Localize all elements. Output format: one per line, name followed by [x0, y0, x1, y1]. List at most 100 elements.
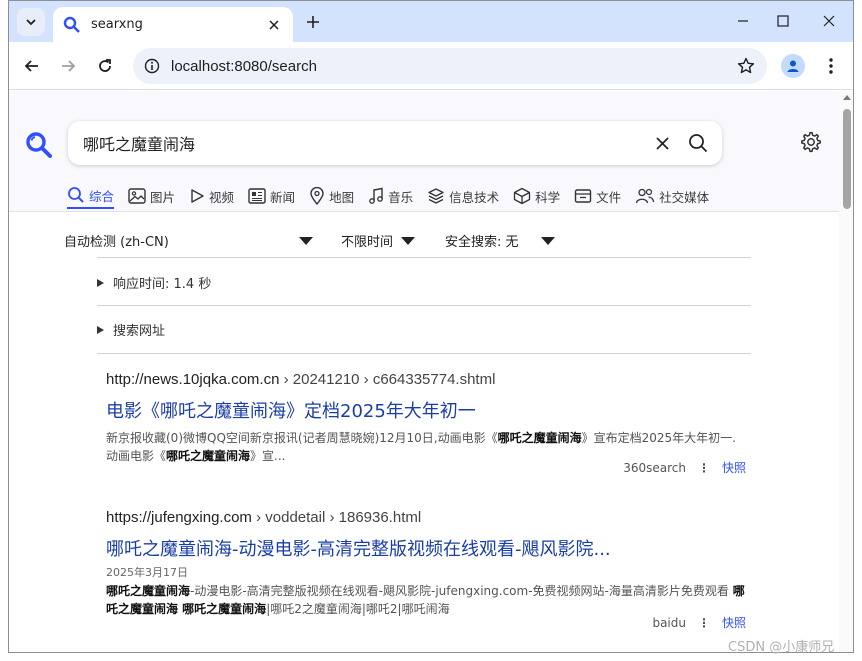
browser-menu-button[interactable]	[819, 54, 843, 78]
back-button[interactable]	[19, 53, 45, 79]
tab-searxng[interactable]: searxng	[53, 7, 293, 42]
tab-it[interactable]: 信息技术	[427, 183, 499, 209]
triangle-right-icon	[97, 278, 104, 287]
file-box-icon	[574, 189, 592, 203]
music-icon	[369, 187, 383, 204]
browser-window: searxng localhost:8080/search 哪吒之魔童闹海 综合…	[8, 0, 854, 653]
search-filters: 自动检测 (zh-CN) 不限时间 安全搜索: 无	[9, 225, 839, 255]
response-time-text: 响应时间: 1.4 秒	[113, 277, 212, 292]
time-range-select[interactable]: 不限时间	[341, 231, 416, 250]
tab-label: 社交媒体	[659, 189, 710, 205]
tab-label: 综合	[89, 188, 115, 204]
tab-strip: searxng	[9, 1, 853, 42]
url-text[interactable]: localhost:8080/search	[171, 58, 733, 75]
address-bar[interactable]: localhost:8080/search	[133, 48, 767, 84]
search-submit-button[interactable]	[684, 129, 712, 157]
site-info-button[interactable]	[141, 55, 163, 77]
tab-news[interactable]: 新闻	[248, 183, 295, 209]
profile-button[interactable]	[781, 54, 805, 78]
map-pin-icon	[310, 187, 324, 205]
gear-icon	[801, 131, 821, 153]
divider	[97, 305, 751, 306]
triangle-right-icon	[97, 325, 104, 334]
response-time-toggle[interactable]: 响应时间: 1.4 秒	[97, 273, 211, 292]
cube-icon	[513, 187, 531, 205]
caret-down-icon	[299, 237, 313, 245]
language-select[interactable]: 自动检测 (zh-CN)	[64, 231, 169, 250]
close-window-button[interactable]	[815, 9, 843, 33]
caret-down-icon	[540, 236, 555, 245]
search-url-toggle[interactable]: 搜索网址	[97, 320, 165, 339]
image-icon	[128, 188, 146, 204]
person-icon	[787, 60, 799, 72]
language-dropdown-arrow[interactable]	[299, 237, 313, 245]
maximize-button[interactable]	[769, 9, 797, 33]
snippet-text: -动漫电影-高清完整版视频在线观看-飓风影院-jufengxing.com-免费…	[190, 584, 733, 598]
tab-close-button[interactable]	[263, 14, 285, 36]
clear-search-button[interactable]	[648, 129, 676, 157]
cached-link[interactable]: 快照	[722, 459, 746, 476]
result-url[interactable]: https://jufengxing.com › voddetail › 186…	[106, 509, 746, 529]
more-vert-icon	[829, 58, 833, 74]
tab-science[interactable]: 科学	[513, 183, 560, 209]
time-range-value: 不限时间	[341, 235, 394, 250]
tab-social-media[interactable]: 社交媒体	[635, 183, 709, 209]
search-icon	[689, 134, 708, 153]
scrollbar-thumb[interactable]	[843, 109, 851, 209]
tab-music[interactable]: 音乐	[368, 183, 413, 209]
arrow-right-icon	[62, 60, 76, 72]
language-value: 自动检测 (zh-CN)	[64, 235, 169, 250]
result-title-link[interactable]: 电影《哪吒之魔童闹海》定档2025年大年初一	[106, 397, 746, 423]
bookmark-button[interactable]	[733, 53, 759, 79]
forward-button[interactable]	[55, 53, 81, 79]
browser-toolbar: localhost:8080/search	[9, 42, 853, 90]
tab-general[interactable]: 综合	[67, 183, 115, 209]
searxng-page: 哪吒之魔童闹海 综合 图片 视频 新闻 地图 音乐 信息技术 科学 文件 社交媒…	[9, 91, 839, 652]
tab-images[interactable]: 图片	[128, 183, 175, 209]
search-result: https://jufengxing.com › voddetail › 186…	[106, 509, 746, 639]
result-title-link[interactable]: 哪吒之魔童闹海-动漫电影-高清完整版视频在线观看-飓风影院...	[106, 535, 746, 561]
result-engine: baidu	[652, 615, 686, 630]
cached-link[interactable]: 快照	[722, 614, 746, 631]
category-tabs: 综合 图片 视频 新闻 地图 音乐 信息技术 科学 文件 社交媒体	[67, 183, 723, 211]
snippet-highlight: 哪吒之魔童闹海	[166, 449, 251, 463]
scroll-up-arrow-icon[interactable]	[843, 95, 851, 100]
newspaper-icon	[248, 188, 266, 204]
search-input[interactable]: 哪吒之魔童闹海	[83, 131, 648, 155]
watermark: CSDN @小康师兄	[728, 640, 835, 655]
safe-search-select[interactable]: 安全搜索: 无	[445, 231, 555, 250]
more-vert-icon[interactable]: ⋮	[698, 616, 710, 630]
info-icon	[144, 58, 160, 74]
tab-search-button[interactable]	[17, 8, 45, 36]
layers-icon	[428, 188, 444, 204]
chevron-down-icon	[26, 19, 36, 26]
result-host: http://news.10jqka.com.cn	[106, 371, 280, 388]
reload-button[interactable]	[92, 53, 118, 79]
more-vert-icon[interactable]: ⋮	[698, 461, 710, 475]
snippet-text: 》宣...	[250, 449, 286, 463]
reload-icon	[99, 59, 111, 72]
tab-files[interactable]: 文件	[574, 183, 621, 209]
caret-down-icon	[401, 236, 416, 245]
result-path: › 20241210 › c664335774.shtml	[283, 371, 496, 388]
safe-search-value: 安全搜索: 无	[445, 235, 519, 250]
preferences-button[interactable]	[798, 129, 824, 155]
tab-videos[interactable]: 视频	[189, 183, 234, 209]
tab-label: 音乐	[388, 189, 414, 205]
tab-label: 新闻	[270, 189, 296, 205]
result-host: https://jufengxing.com	[106, 509, 252, 526]
people-icon	[635, 188, 655, 204]
close-icon	[823, 15, 835, 27]
searxng-logo-icon[interactable]	[25, 131, 53, 159]
result-url[interactable]: http://news.10jqka.com.cn › 20241210 › c…	[106, 371, 746, 391]
page-scrollbar[interactable]	[839, 91, 853, 652]
result-footer: baidu ⋮ 快照	[652, 614, 746, 631]
divider	[97, 353, 751, 354]
search-box[interactable]: 哪吒之魔童闹海	[68, 121, 722, 165]
search-icon	[63, 16, 80, 33]
minimize-button[interactable]	[729, 9, 757, 33]
new-tab-button[interactable]	[301, 10, 325, 34]
search-header: 哪吒之魔童闹海 综合 图片 视频 新闻 地图 音乐 信息技术 科学 文件 社交媒…	[9, 91, 839, 212]
tab-map[interactable]: 地图	[309, 183, 354, 209]
tab-label: 信息技术	[449, 189, 500, 205]
